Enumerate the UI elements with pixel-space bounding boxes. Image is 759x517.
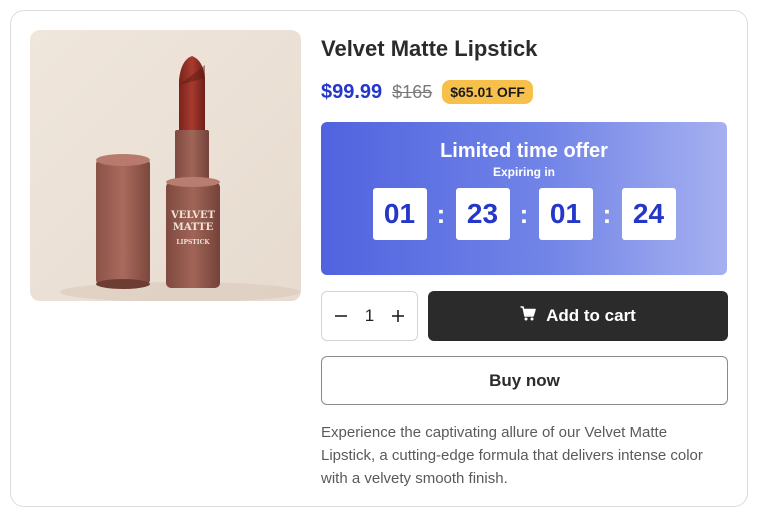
timer-separator: :: [436, 198, 446, 229]
image-label: VELVET MATTE LIPSTICK: [166, 210, 220, 249]
minus-icon[interactable]: [332, 307, 350, 325]
limited-offer-banner: Limited time offer Expiring in 01 : 23 :…: [321, 122, 727, 275]
timer-separator: :: [602, 198, 612, 229]
plus-icon[interactable]: [389, 307, 407, 325]
timer-seconds: 24: [621, 188, 676, 240]
product-title: Velvet Matte Lipstick: [321, 36, 538, 61]
buy-now-button[interactable]: Buy now: [321, 356, 728, 405]
image-label-line1: VELVET: [170, 210, 216, 221]
product-image: VELVET MATTE LIPSTICK: [30, 30, 301, 301]
price-row: $99.99 $165 $65.01 OFF: [321, 77, 728, 107]
quantity-value[interactable]: 1: [365, 306, 374, 326]
image-label-line2: MATTE: [172, 222, 214, 233]
offer-title: Limited time offer: [440, 140, 608, 162]
add-to-cart-label: Add to cart: [546, 306, 636, 325]
discount-badge: $65.01 OFF: [442, 80, 533, 104]
cart-icon: [520, 306, 546, 326]
timer-minutes: 01: [538, 188, 593, 240]
current-price: $99.99: [321, 80, 383, 103]
product-description: Experience the captivating allure of our…: [321, 424, 703, 487]
image-label-line3: LIPSTICK: [176, 239, 210, 246]
timer-separator: :: [519, 198, 529, 229]
offer-subtitle: Expiring in: [492, 165, 555, 179]
timer-days: 01: [372, 188, 427, 240]
add-to-cart-button[interactable]: Add to cart: [428, 291, 728, 341]
product-info: Velvet Matte Lipstick $99.99 $165 $65.01…: [321, 30, 728, 490]
quantity-stepper: 1: [321, 291, 418, 341]
timer-hours: 23: [455, 188, 510, 240]
cart-row: 1 Add to cart: [321, 291, 728, 341]
original-price: $165: [392, 81, 433, 102]
countdown-timer: 01 : 23 : 01 : 24: [321, 188, 727, 240]
